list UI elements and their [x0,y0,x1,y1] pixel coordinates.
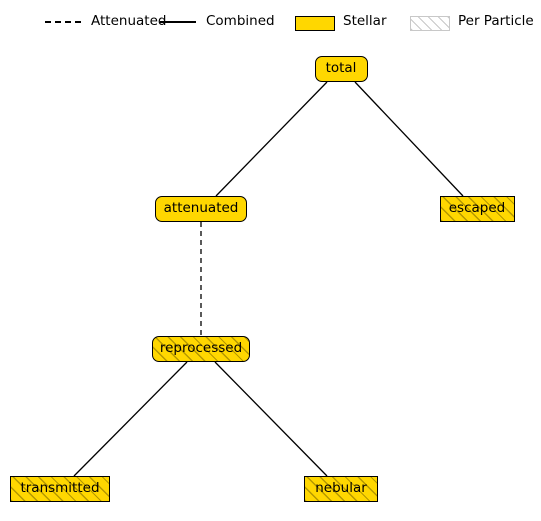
node-label: escaped [448,200,506,217]
tree-diagram: total attenuated escaped reprocessed transmi… [0,0,541,521]
node-attenuated[interactable]: attenuated [155,196,247,222]
node-label: transmitted [20,480,100,497]
edge-reprocessed-to-transmitted [73,361,188,477]
node-label: reprocessed [159,340,243,357]
node-label: attenuated [163,200,239,217]
edge-reprocessed-to-nebular [214,361,328,477]
node-label: nebular [315,480,367,497]
figure-canvas: Attenuated Combined Stellar Per Particle to… [0,0,541,521]
edge-total-to-escaped [354,81,464,197]
node-transmitted[interactable]: transmitted [10,476,110,502]
node-escaped[interactable]: escaped [439,196,515,222]
node-total[interactable]: total [314,56,368,82]
edge-total-to-attenuated [215,81,328,197]
node-reprocessed[interactable]: reprocessed [152,336,250,362]
node-nebular[interactable]: nebular [304,476,378,502]
edge-layer [73,81,464,477]
node-label: total [325,60,357,77]
